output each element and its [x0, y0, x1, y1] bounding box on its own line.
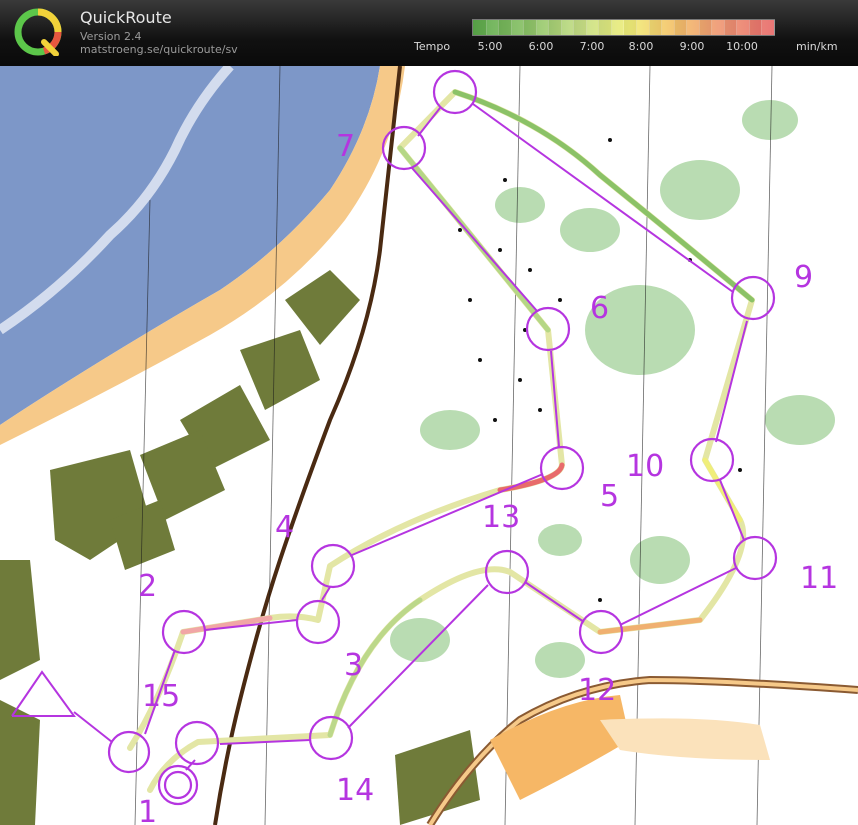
tempo-scale-cell [610, 20, 625, 35]
control-label-11: 11 [800, 561, 838, 596]
tempo-scale-cell [598, 20, 612, 35]
tempo-scale-cell [698, 20, 713, 35]
tempo-scale-cell [723, 20, 738, 35]
tempo-scale-cell [648, 20, 663, 35]
tempo-scale-cell [573, 20, 587, 35]
tempo-scale-cell [686, 20, 700, 35]
legend-tick: 6:00 [528, 40, 554, 53]
app-url[interactable]: matstroeng.se/quickroute/sv [80, 43, 238, 56]
control-label-7: 7 [336, 129, 355, 164]
legend-label: Tempo [414, 40, 451, 53]
legend-tick: 8:00 [628, 40, 654, 53]
app-version: Version 2.4 [80, 30, 142, 43]
tempo-scale-cell [548, 20, 562, 35]
tempo-scale-cell [473, 20, 487, 35]
tempo-scale-cell [623, 20, 638, 35]
control-label-13: 13 [482, 500, 520, 535]
tempo-scale-cell [636, 20, 650, 35]
legend-unit: min/km [796, 40, 838, 53]
tempo-scale-cell [736, 20, 750, 35]
tempo-scale-cell [485, 20, 500, 35]
control-label-3: 3 [344, 648, 363, 683]
tempo-scale-cell [585, 20, 600, 35]
control-label-14: 14 [336, 773, 374, 808]
quickroute-logo-icon [14, 8, 62, 56]
control-label-5: 5 [600, 479, 619, 514]
tempo-scale-cell [661, 20, 675, 35]
tempo-scale-cell [673, 20, 688, 35]
control-label-12: 12 [578, 673, 616, 708]
control-label-4: 4 [275, 510, 294, 545]
tempo-scale-cell [523, 20, 537, 35]
control-label-9: 9 [794, 260, 813, 295]
orienteering-map[interactable]: 1 2 3 4 5 6 7 9 10 11 12 13 14 15 [0, 66, 858, 825]
app-title: QuickRoute [80, 8, 172, 27]
control-label-1: 1 [138, 795, 157, 825]
quickroute-viewer: QuickRoute Version 2.4 matstroeng.se/qui… [0, 0, 858, 825]
tempo-scale-cell [711, 20, 725, 35]
legend-tick: 9:00 [679, 40, 705, 53]
tempo-scale-cell [535, 20, 550, 35]
control-label-2: 2 [138, 569, 157, 604]
header-bar: QuickRoute Version 2.4 matstroeng.se/qui… [0, 0, 858, 66]
tempo-scale-cell [510, 20, 525, 35]
tempo-scale-cell [498, 20, 512, 35]
tempo-scale-cell [560, 20, 575, 35]
legend-tick: 7:00 [579, 40, 605, 53]
tempo-scale-cell [748, 20, 763, 35]
legend-tick: 5:00 [477, 40, 503, 53]
control-label-10: 10 [626, 449, 664, 484]
legend-tick: 10:00 [726, 40, 758, 53]
control-label-6: 6 [590, 291, 609, 326]
tempo-scale-cell [761, 20, 775, 35]
control-label-15: 15 [142, 679, 180, 714]
tempo-color-scale [472, 19, 775, 36]
